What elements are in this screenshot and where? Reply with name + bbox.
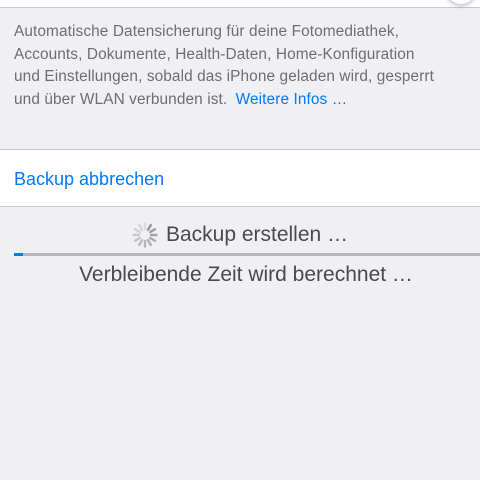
backup-progress-bar [14, 253, 480, 256]
backup-progress-fill [14, 253, 24, 256]
description-line: und Einstellungen, sobald das iPhone gel… [14, 68, 435, 85]
icloud-backup-screen: Automatische Datensicherung für deine Fo… [0, 0, 480, 480]
backup-description: Automatische Datensicherung für deine Fo… [14, 21, 474, 111]
remaining-time-label: Verbleibende Zeit wird berechnet … [79, 263, 413, 286]
description-line-with-link: und über WLAN verbunden ist. Weitere Inf… [14, 89, 474, 112]
backup-status-inner: Backup erstellen … [132, 220, 348, 250]
more-info-link[interactable]: Weitere Infos … [236, 91, 348, 108]
activity-spinner-icon [132, 222, 158, 248]
toggle-knob[interactable] [446, 0, 476, 4]
description-line: und über WLAN verbunden ist. [14, 90, 228, 108]
cancel-backup-button[interactable]: Backup abbrechen [14, 168, 164, 190]
icloud-backup-toggle-row[interactable] [0, 0, 480, 8]
description-line: Accounts, Dokumente, Health-Daten, Home-… [14, 45, 415, 63]
cancel-backup-row[interactable]: Backup abbrechen [0, 149, 480, 207]
description-line: Automatische Datensicherung für deine Fo… [14, 23, 400, 40]
backup-status: Backup erstellen … [0, 220, 480, 252]
backup-status-label: Backup erstellen … [165, 223, 349, 246]
